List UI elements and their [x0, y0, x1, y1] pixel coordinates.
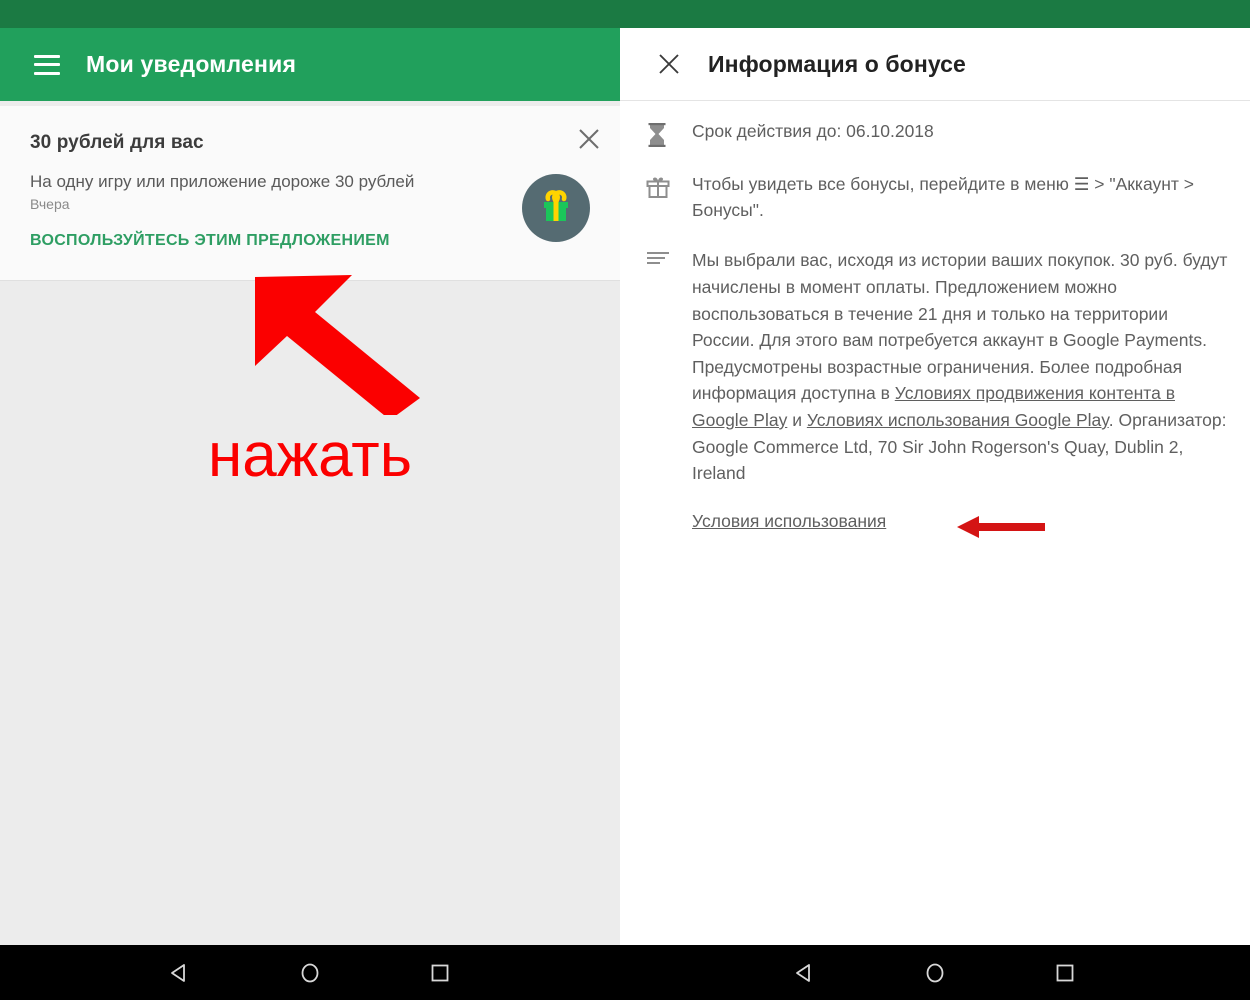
hamburger-menu-icon[interactable] [34, 54, 60, 75]
detail-toolbar: Информация о бонусе [620, 28, 1250, 101]
description-part-1: Мы выбрали вас, исходя из истории ваших … [692, 250, 1228, 404]
page-title: Мои уведомления [86, 51, 297, 77]
status-bar [0, 0, 620, 28]
back-triangle-icon[interactable] [740, 945, 870, 1000]
notification-title: 30 рублей для вас [30, 132, 204, 153]
menu-hint-text: Чтобы увидеть все бонусы, перейдите в ме… [692, 174, 1195, 220]
right-phone-screen: Информация о бонусе Срок действия до: 06… [620, 0, 1250, 1000]
gift-outline-icon [646, 172, 692, 199]
description-text: Мы выбрали вас, исходя из истории ваших … [692, 247, 1234, 486]
google-play-tos-link[interactable]: Условиях использования Google Play [807, 410, 1109, 430]
home-circle-icon[interactable] [245, 945, 375, 1000]
terms-link-row: Условия использования [692, 511, 1234, 538]
app-toolbar: Мои уведомления [0, 28, 620, 101]
annotation-arrow-up-left [255, 275, 420, 415]
description-part-2: и [787, 410, 807, 430]
annotation-label: нажать [207, 421, 412, 490]
detail-row-description: Мы выбрали вас, исходя из истории ваших … [646, 247, 1234, 486]
terms-of-use-link[interactable]: Условия использования [692, 511, 886, 532]
detail-page-title: Информация о бонусе [708, 50, 966, 77]
android-navigation-bar [620, 945, 1250, 1000]
recents-square-icon[interactable] [375, 945, 505, 1000]
close-icon[interactable] [574, 124, 604, 154]
hourglass-icon [646, 119, 692, 148]
detail-row-expiry: Срок действия до: 06.10.2018 [646, 119, 1234, 148]
redeem-offer-button[interactable]: ВОСПОЛЬЗУЙТЕСЬ ЭТИМ ПРЕДЛОЖЕНИЕМ [0, 232, 390, 250]
status-bar [620, 0, 1250, 28]
expiry-text: Срок действия до: 06.10.2018 [692, 121, 934, 141]
close-icon[interactable] [656, 51, 682, 77]
annotation-arrow-left [957, 515, 1045, 538]
bonus-detail-body: Срок действия до: 06.10.2018 Чтобы увиде… [620, 101, 1250, 538]
notification-card[interactable]: 30 рублей для вас На одну игру или прило… [0, 106, 620, 281]
recents-square-icon[interactable] [1000, 945, 1130, 1000]
gift-icon [522, 174, 590, 242]
description-lines-icon [646, 247, 692, 266]
android-navigation-bar [0, 945, 620, 1000]
detail-row-menu-hint: Чтобы увидеть все бонусы, перейдите в ме… [646, 172, 1234, 223]
dual-phone-screenshot: Мои уведомления 30 рублей для вас На одн… [0, 0, 1250, 1000]
back-triangle-icon[interactable] [115, 945, 245, 1000]
home-circle-icon[interactable] [870, 945, 1000, 1000]
left-phone-screen: Мои уведомления 30 рублей для вас На одн… [0, 0, 620, 1000]
